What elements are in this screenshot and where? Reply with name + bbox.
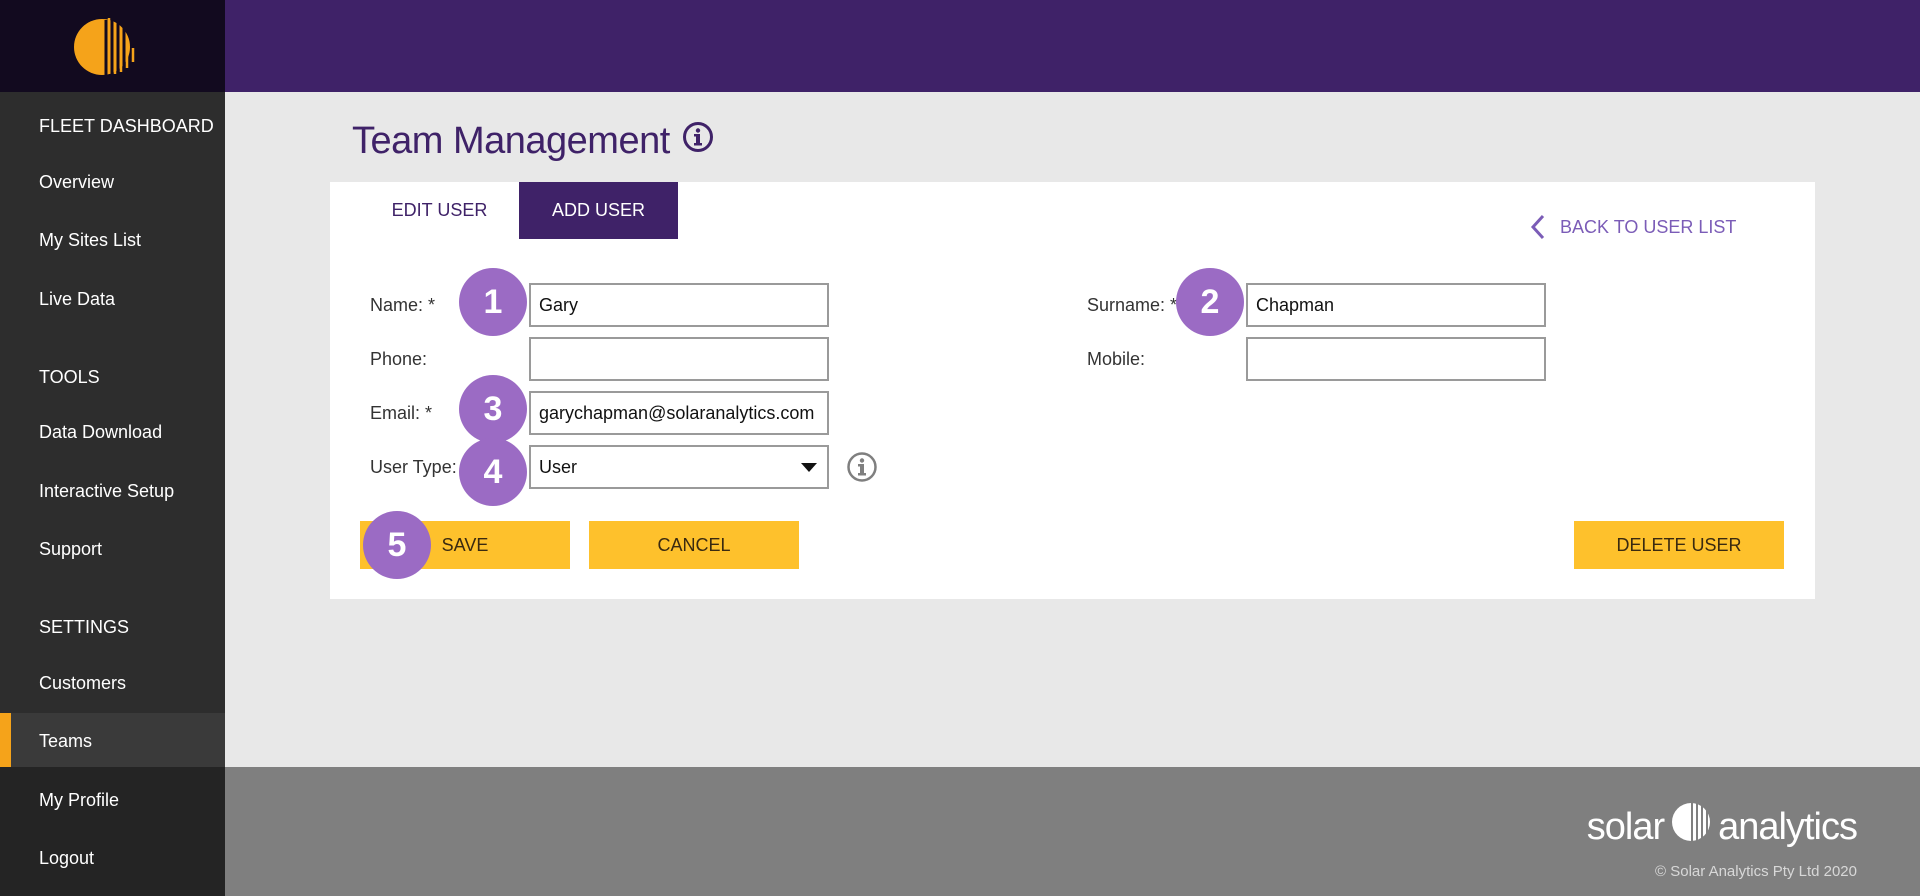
email-label: Email: * [370,403,433,423]
sidebar-item-customers[interactable]: Customers [0,658,225,708]
sidebar-section-tools: TOOLS [39,367,100,387]
solar-analytics-logo-icon [74,18,135,76]
sidebar: FLEET DASHBOARD Overview My Sites List L… [0,0,225,896]
user-type-info-icon[interactable] [846,451,878,488]
sidebar-section-settings: SETTINGS [39,617,130,637]
user-type-label: User Type: [370,457,457,477]
brand-logo[interactable] [0,0,225,92]
phone-input[interactable] [529,337,829,381]
surname-input[interactable] [1246,283,1546,327]
sidebar-item-support[interactable]: Support [0,524,225,574]
email-input[interactable] [529,391,829,435]
sidebar-item-data-download[interactable]: Data Download [0,407,225,457]
user-type-value: User [539,457,578,477]
name-input[interactable] [529,283,829,327]
sidebar-item-my-profile[interactable]: My Profile [0,775,225,825]
top-bar [225,0,1920,92]
step-badge-3: 3 [459,375,527,443]
footer-logo-left: solar [1586,805,1665,848]
caret-down-icon [801,463,817,472]
user-type-select[interactable]: User [529,445,829,489]
sidebar-item-live-data[interactable]: Live Data [0,274,225,324]
back-link-label: BACK TO USER LIST [1560,216,1737,237]
name-label: Name: * [370,295,436,315]
sidebar-item-my-sites-list[interactable]: My Sites List [0,215,225,265]
sidebar-section-fleet-dashboard[interactable]: FLEET DASHBOARD [0,101,225,151]
surname-label: Surname: * [1087,295,1178,315]
footer: solar analytics © Solar Analytics Pty Lt… [225,767,1920,896]
footer-logo-right: analytics [1718,805,1858,848]
delete-user-button[interactable]: DELETE USER [1574,521,1784,569]
sidebar-item-overview[interactable]: Overview [0,157,225,207]
chevron-left-icon [1530,214,1545,240]
mobile-input[interactable] [1246,337,1546,381]
cancel-button[interactable]: CANCEL [589,521,799,569]
page-title: Team Management [352,120,714,163]
step-badge-5: 5 [363,511,431,579]
back-to-user-list-link[interactable]: BACK TO USER LIST [1530,214,1736,240]
footer-logo-mark-icon [1670,801,1712,853]
tab-edit-user[interactable]: EDIT USER [367,182,512,239]
phone-label: Phone: [370,349,428,369]
sidebar-item-logout[interactable]: Logout [0,833,225,883]
page-title-text: Team Management [352,120,670,162]
step-badge-4: 4 [459,438,527,506]
sidebar-item-interactive-setup[interactable]: Interactive Setup [0,466,225,516]
footer-logo: solar analytics [1586,801,1858,853]
tab-add-user[interactable]: ADD USER [519,182,678,239]
copyright-text: © Solar Analytics Pty Ltd 2020 [1655,863,1857,880]
sidebar-item-teams[interactable]: Teams [0,713,225,770]
step-badge-2: 2 [1176,268,1244,336]
step-badge-1: 1 [459,268,527,336]
mobile-label: Mobile: [1087,349,1146,369]
info-icon[interactable] [682,120,714,163]
user-form-card: EDIT USER ADD USER BACK TO USER LIST Nam… [330,182,1815,599]
